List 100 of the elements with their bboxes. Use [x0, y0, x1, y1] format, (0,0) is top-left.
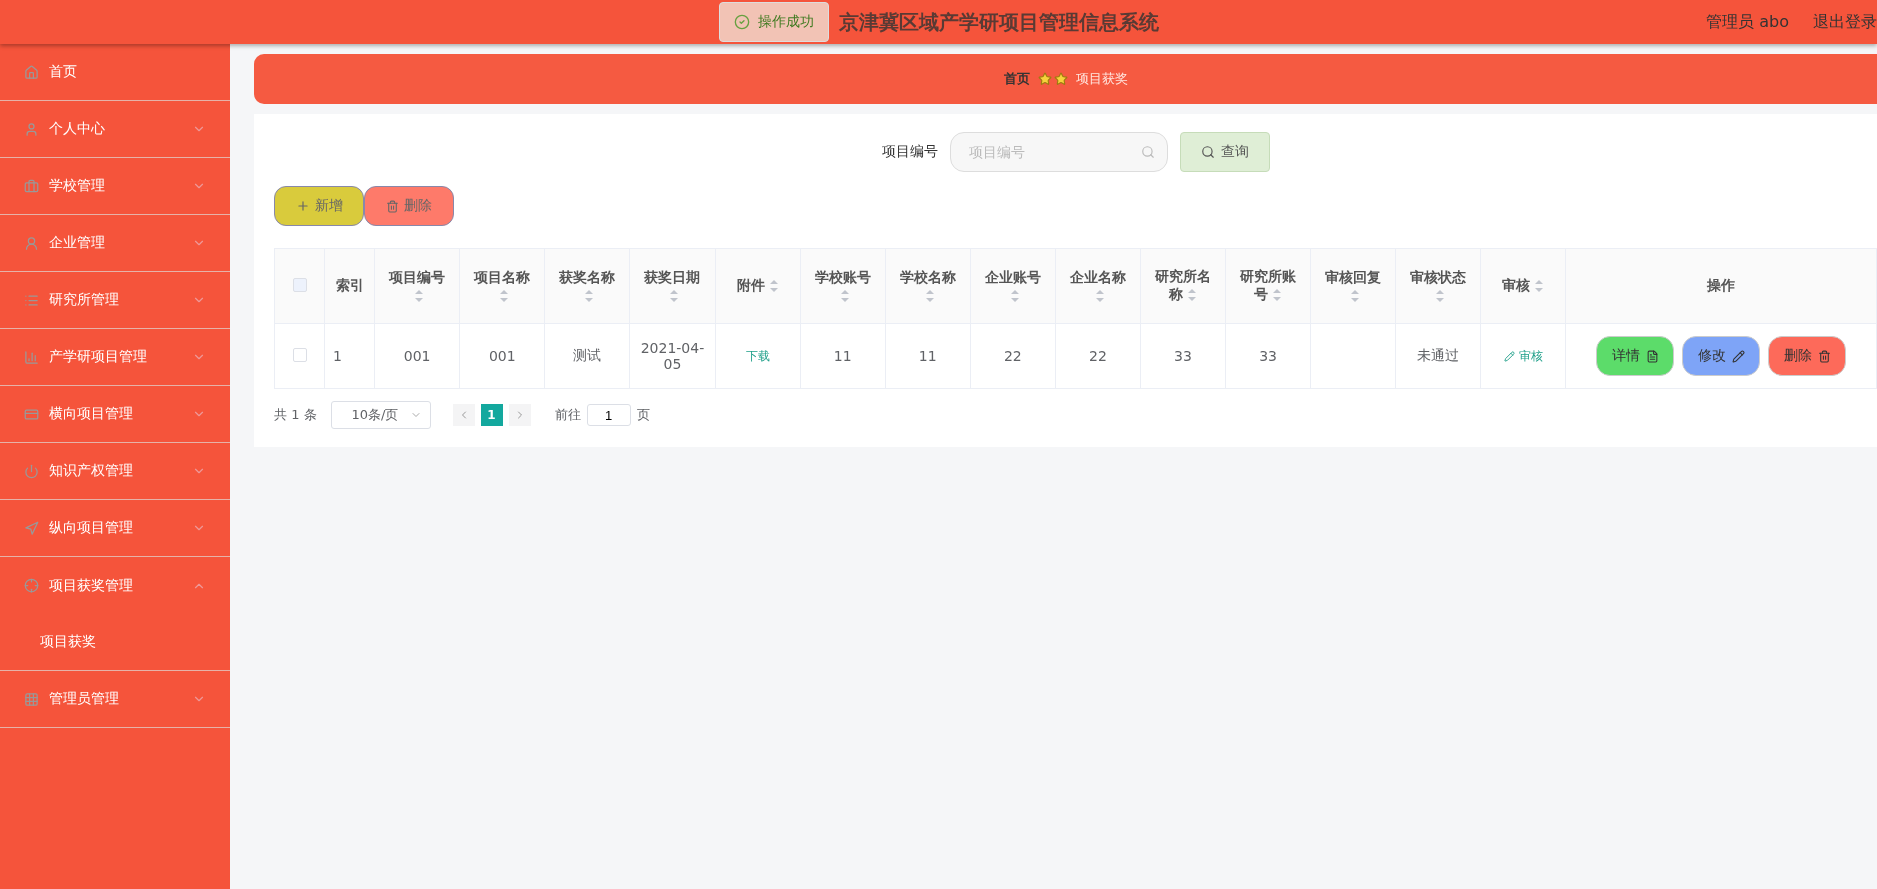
table-cell: 11 — [800, 323, 886, 389]
search-field[interactable]: 项目编号 — [949, 132, 1168, 172]
card-icon — [24, 406, 39, 422]
table-cell: 未通过 — [1395, 323, 1481, 389]
table-cell: 22 — [970, 323, 1056, 389]
user-name: 管理员 abo — [1706, 11, 1789, 33]
column-header[interactable]: 企业账号 — [970, 248, 1056, 324]
column-header[interactable]: 审核 — [1480, 248, 1566, 324]
sidebar-item[interactable]: 学校管理 — [0, 158, 230, 215]
trash-icon — [386, 199, 399, 213]
goto-field[interactable]: 1 — [586, 404, 631, 426]
power-icon — [24, 463, 39, 479]
search-icon — [1140, 145, 1155, 159]
detail-button[interactable]: 详情 — [1596, 336, 1675, 376]
table-cell: 1 — [324, 323, 375, 389]
column-header[interactable]: 企业名称 — [1055, 248, 1141, 324]
prev-page-button[interactable] — [452, 404, 475, 426]
breadcrumb-item: 项目获奖 — [1075, 70, 1128, 88]
total-count: 共 1 条 — [274, 406, 317, 424]
column-header[interactable]: 附件 — [715, 248, 801, 324]
search-label: 项目编号 — [881, 143, 938, 161]
column-header: 索引 — [324, 248, 375, 324]
stars-icon — [1037, 72, 1068, 86]
column-header[interactable]: 获奖日期 — [629, 248, 715, 324]
breadcrumb-item[interactable]: 首页 — [1003, 70, 1030, 88]
delete-button[interactable]: 删除 — [1768, 336, 1847, 376]
edit-button[interactable]: 修改 — [1682, 336, 1761, 376]
sort-icon[interactable] — [1187, 288, 1197, 302]
column-header[interactable]: 审核回复 — [1310, 248, 1396, 324]
column-header[interactable]: 项目编号 — [374, 248, 460, 324]
sidebar-item[interactable]: 知识产权管理 — [0, 443, 230, 500]
plus-icon — [295, 199, 310, 213]
next-page-button[interactable] — [508, 404, 531, 426]
sidebar-item[interactable]: 横向项目管理 — [0, 386, 230, 443]
table-cell: 33 — [1140, 323, 1226, 389]
sort-icon[interactable] — [768, 279, 779, 293]
column-header: 操作 — [1565, 248, 1877, 324]
sort-icon[interactable] — [499, 289, 510, 303]
audit-link[interactable]: 审核 — [1503, 347, 1543, 365]
sort-icon[interactable] — [1272, 288, 1283, 302]
sidebar-item[interactable]: 个人中心 — [0, 101, 230, 158]
sort-icon[interactable] — [584, 289, 595, 303]
sort-icon[interactable] — [1534, 279, 1545, 293]
download-link[interactable]: 下载 — [745, 348, 770, 365]
table-cell: 测试 — [544, 323, 630, 389]
table-cell: 33 — [1225, 323, 1311, 389]
table-cell: 001 — [374, 323, 460, 389]
list-icon — [24, 292, 39, 308]
column-header[interactable]: 获奖名称 — [544, 248, 630, 324]
column-header[interactable]: 审核状态 — [1395, 248, 1481, 324]
search-input[interactable]: 项目编号 — [966, 143, 1117, 161]
toast-text: 操作成功 — [757, 13, 814, 31]
logout-link[interactable]: 退出登录 — [1813, 11, 1877, 33]
send-icon — [24, 520, 39, 536]
sort-icon[interactable] — [669, 289, 680, 303]
sidebar-item[interactable]: 纵向项目管理 — [0, 500, 230, 557]
briefcase-icon — [24, 178, 39, 194]
page-button[interactable]: 1 — [480, 404, 503, 426]
user-icon — [24, 121, 39, 137]
check-icon — [733, 14, 750, 30]
table-cell: 11 — [885, 323, 971, 389]
sidebar-item[interactable]: 项目获奖管理 — [0, 557, 230, 614]
document-icon — [1645, 349, 1659, 363]
sort-icon[interactable] — [414, 289, 425, 303]
search-icon — [1200, 145, 1215, 159]
sort-icon[interactable] — [1094, 289, 1105, 303]
select-all-checkbox[interactable] — [292, 277, 307, 292]
sidebar-subitem[interactable]: 项目获奖 — [0, 614, 230, 671]
crosshair-icon — [24, 578, 39, 593]
sort-icon[interactable] — [1435, 289, 1446, 303]
bar-chart-icon — [24, 349, 39, 365]
sidebar-item[interactable]: 产学研项目管理 — [0, 329, 230, 386]
grid-icon — [24, 691, 39, 707]
sidebar-item[interactable]: 研究所管理 — [0, 272, 230, 329]
column-header[interactable]: 学校账号 — [800, 248, 886, 324]
column-header[interactable]: 研究所名称 — [1140, 248, 1226, 324]
pencil-icon — [1731, 349, 1745, 363]
sort-icon[interactable] — [839, 289, 850, 303]
add-button[interactable]: 新增 — [274, 186, 364, 226]
sort-icon[interactable] — [1350, 289, 1361, 303]
sidebar-item[interactable]: 首页 — [0, 44, 230, 101]
sidebar-item[interactable]: 管理员管理 — [0, 671, 230, 728]
table-cell: 22 — [1055, 323, 1141, 389]
column-header[interactable]: 学校名称 — [885, 248, 971, 324]
column-header[interactable]: 研究所账号 — [1225, 248, 1311, 324]
pencil-icon — [1503, 350, 1515, 362]
app-title: 京津冀区域产学研项目管理信息系统 — [838, 8, 1159, 36]
row-checkbox[interactable] — [292, 347, 307, 362]
column-header[interactable]: 项目名称 — [459, 248, 545, 324]
sort-icon[interactable] — [1009, 289, 1020, 303]
delete-button[interactable]: 删除 — [364, 186, 454, 226]
page-size-select[interactable]: 10条/页 — [330, 401, 431, 429]
sidebar-item[interactable]: 企业管理 — [0, 215, 230, 272]
home-icon — [24, 64, 39, 80]
query-button[interactable]: 查询 — [1179, 132, 1270, 172]
sort-icon[interactable] — [924, 289, 935, 303]
table-cell: 2021-04-05 — [629, 323, 715, 389]
person-icon — [24, 235, 39, 251]
goto-label: 前往 — [554, 406, 581, 424]
table-cell: 001 — [459, 323, 545, 389]
